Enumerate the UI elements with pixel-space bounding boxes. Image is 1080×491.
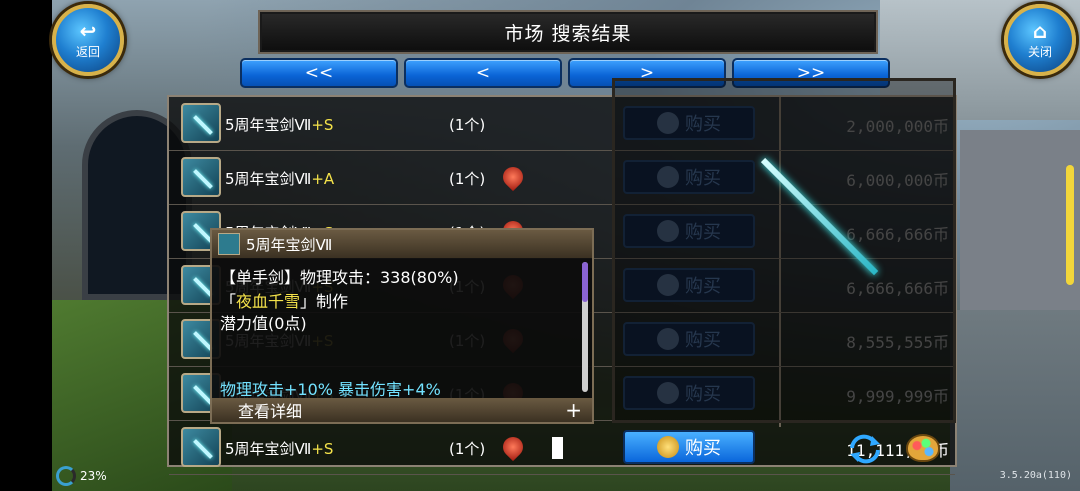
close-label: 关闭: [1027, 44, 1052, 59]
item-name: 5周年宝剑Ⅶ+A: [225, 168, 334, 189]
buy-button[interactable]: 购买: [623, 322, 755, 356]
item-price: 6,000,000币: [846, 171, 949, 190]
item-name: 5周年宝剑Ⅶ+S: [225, 438, 333, 459]
close-button[interactable]: ⌂ 关闭: [1004, 4, 1076, 76]
buy-button[interactable]: 购买: [623, 214, 755, 248]
tooltip-bonus-line: 物理攻击+10% 暴击伤害+4%: [220, 380, 441, 399]
pager-prev-label: <: [475, 63, 491, 83]
tooltip-crafter-line: 「夜血千雪」制作: [220, 288, 348, 312]
sync-icon[interactable]: [848, 434, 882, 464]
item-price: 8,555,555币: [846, 333, 949, 352]
item-grade: +S: [311, 116, 334, 134]
battery-icon: [56, 466, 76, 486]
item-base-name: 5周年宝剑Ⅶ: [225, 440, 312, 458]
pager-prev-button[interactable]: <: [404, 58, 562, 88]
coin-icon: [657, 166, 679, 188]
buy-button[interactable]: 购买: [623, 268, 755, 302]
listing-row[interactable]: 5周年宝剑Ⅶ+S (1个) 购买 2,000,000币: [169, 97, 955, 151]
flame-icon: [498, 162, 528, 192]
title-bar: 市场 搜索结果: [258, 10, 878, 54]
item-base-name: 5周年宝剑Ⅶ: [225, 170, 312, 188]
coin-icon: [657, 112, 679, 134]
item-price: 6,666,666币: [846, 225, 949, 244]
castle-roof: [960, 130, 1080, 310]
item-price: 9,999,999币: [846, 387, 949, 406]
pager-last-label: >>: [796, 63, 826, 83]
buy-button[interactable]: 购买: [623, 106, 755, 140]
buy-label: 购买: [685, 168, 721, 189]
pager-last-button[interactable]: >>: [732, 58, 890, 88]
sword-icon[interactable]: [181, 427, 221, 467]
view-details-button[interactable]: 查看详细 +: [212, 398, 592, 422]
coin-icon: [657, 220, 679, 242]
buy-button[interactable]: 购买: [623, 376, 755, 410]
coin-icon: [657, 436, 679, 458]
tooltip-attack-line: 【单手剑】物理攻击：338(80%): [220, 268, 459, 287]
view-details-label: 查看详细: [238, 402, 303, 421]
sword-icon[interactable]: [181, 157, 221, 197]
item-name: 5周年宝剑Ⅶ+S: [225, 114, 333, 135]
plus-icon: +: [565, 398, 582, 422]
listing-row[interactable]: 5周年宝剑Ⅶ+A (1个) 购买 6,000,000币: [169, 151, 955, 205]
back-label: 返回: [75, 44, 100, 59]
pager-first-label: <<: [304, 63, 334, 83]
crafter-name: 夜血千雪: [236, 292, 301, 311]
palette-icon[interactable]: [906, 434, 940, 462]
coin-icon: [657, 328, 679, 350]
battery-indicator: 23%: [56, 466, 107, 486]
coin-icon: [657, 382, 679, 404]
item-grade: +S: [311, 440, 334, 458]
crafter-suffix: 」制作: [300, 292, 349, 311]
buy-label: 购买: [685, 222, 721, 243]
buy-label: 购买: [685, 438, 721, 459]
page-title: 市场 搜索结果: [504, 22, 632, 45]
battery-percent: 23%: [80, 469, 107, 483]
courtyard: [950, 310, 1080, 491]
buy-label: 购买: [685, 330, 721, 351]
tooltip-potential-line: 潜力值(0点): [220, 314, 307, 333]
text-cursor: [552, 437, 563, 459]
left-letterbox: [0, 0, 52, 491]
item-price: 6,666,666币: [846, 279, 949, 298]
home-icon: ⌂: [1032, 18, 1048, 43]
item-quantity: (1个): [449, 170, 486, 188]
buy-label: 购买: [685, 114, 721, 135]
buy-button[interactable]: 购买: [623, 430, 755, 464]
version-label: 3.5.20a(110): [999, 470, 1072, 481]
crafter-open-bracket: 「: [220, 292, 237, 311]
item-tooltip: 5周年宝剑Ⅶ 【单手剑】物理攻击：338(80%) 「夜血千雪」制作 潜力值(0…: [210, 228, 594, 424]
item-price: 2,000,000币: [846, 117, 949, 136]
tooltip-title: 5周年宝剑Ⅶ: [246, 235, 333, 254]
list-scroll-thumb[interactable]: [1066, 165, 1074, 285]
coin-icon: [657, 274, 679, 296]
tooltip-header: 5周年宝剑Ⅶ: [212, 230, 592, 258]
sword-icon: [218, 233, 240, 255]
pager-first-button[interactable]: <<: [240, 58, 398, 88]
item-quantity: (1个): [449, 440, 486, 458]
item-base-name: 5周年宝剑Ⅶ: [225, 116, 312, 134]
item-grade: +A: [311, 170, 335, 188]
tooltip-scrollbar[interactable]: [582, 262, 588, 392]
sword-icon[interactable]: [181, 103, 221, 143]
buy-label: 购买: [685, 276, 721, 297]
buy-label: 购买: [685, 384, 721, 405]
buy-button[interactable]: 购买: [623, 160, 755, 194]
back-button[interactable]: ↩ 返回: [52, 4, 124, 76]
pager-next-button[interactable]: >: [568, 58, 726, 88]
return-arrow-icon: ↩: [79, 18, 97, 43]
pager-next-label: >: [639, 63, 655, 83]
flame-icon: [498, 432, 528, 462]
item-quantity: (1个): [449, 116, 486, 134]
